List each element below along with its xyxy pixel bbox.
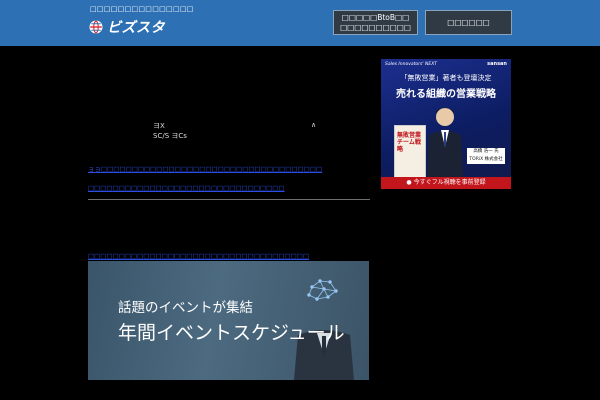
article-text-fragment: ∧ bbox=[311, 121, 317, 129]
cta-icon: ● bbox=[406, 179, 414, 186]
content-divider bbox=[88, 199, 370, 200]
book-title: 無敗営業チーム戦略 bbox=[397, 132, 422, 153]
site-tagline: □□□□□□□□□□□□□□□ bbox=[90, 5, 194, 13]
speaker-company: TORiX 株式会社 bbox=[469, 157, 503, 162]
btob-register-button[interactable]: □□□□□BtoB□□ □□□□□□□□□□ bbox=[333, 10, 418, 35]
event-schedule-banner[interactable]: 話題のイベントが集結 年間イベントスケジュール bbox=[88, 261, 369, 380]
article-text-fragment: ヨX bbox=[153, 122, 165, 130]
btob-register-line1: □□□□□BtoB□□ bbox=[341, 12, 410, 22]
globe-icon bbox=[89, 20, 103, 34]
article-text-fragment: SC/S ヨCs bbox=[153, 132, 187, 140]
site-logo[interactable]: ビズスタ bbox=[89, 17, 165, 37]
secondary-header-button[interactable]: □□□□□□ bbox=[425, 10, 512, 35]
article-link[interactable]: □□□□□□□□□□□□□□□□□□□□□□□□□□□□□□□□ bbox=[88, 184, 285, 192]
sansan-logo: sansan bbox=[487, 61, 507, 67]
article-link[interactable]: □□□□□□□□□□□□□□□□□□□□□□□□□□□□□□□□□□□□ bbox=[88, 252, 309, 260]
speaker-photo bbox=[427, 107, 463, 179]
secondary-header-label: □□□□□□ bbox=[447, 17, 490, 27]
event-banner-subtitle: 話題のイベントが集結 bbox=[118, 300, 253, 316]
event-banner-title: 年間イベントスケジュール bbox=[118, 322, 345, 344]
ad-cta-button[interactable]: ● 今すぐフル視聴を事前登録 bbox=[381, 177, 511, 189]
ad-event-label: Sales Innovators' NEXT bbox=[385, 62, 438, 67]
book-cover: 無敗営業チーム戦略 bbox=[394, 125, 426, 179]
ad-headline: 売れる組織の営業戦略 bbox=[396, 89, 496, 100]
brain-network-icon bbox=[307, 279, 338, 301]
speaker-name: 高橋 浩一 氏 bbox=[473, 149, 499, 154]
sidebar-ad-banner[interactable]: Sales Innovators' NEXT sansan 「無敗営業」著者も登… bbox=[381, 59, 511, 189]
ad-cta-label: 今すぐフル視聴を事前登録 bbox=[413, 179, 486, 186]
logo-text: ビズスタ bbox=[107, 20, 165, 36]
btob-register-line2: □□□□□□□□□□ bbox=[340, 22, 411, 32]
speaker-nameplate: 高橋 浩一 氏 TORiX 株式会社 bbox=[467, 148, 505, 164]
site-header: □□□□□□□□□□□□□□□ ビズスタ □□□□□BtoB□□ □□□□□□□… bbox=[0, 0, 600, 46]
article-link[interactable]: ョョ□□□□□□□□□□□□□□□□□□□□□□□□□□□□□□□□□□□□ bbox=[88, 163, 322, 173]
ad-headline-small: 「無敗営業」著者も登壇決定 bbox=[400, 74, 492, 82]
